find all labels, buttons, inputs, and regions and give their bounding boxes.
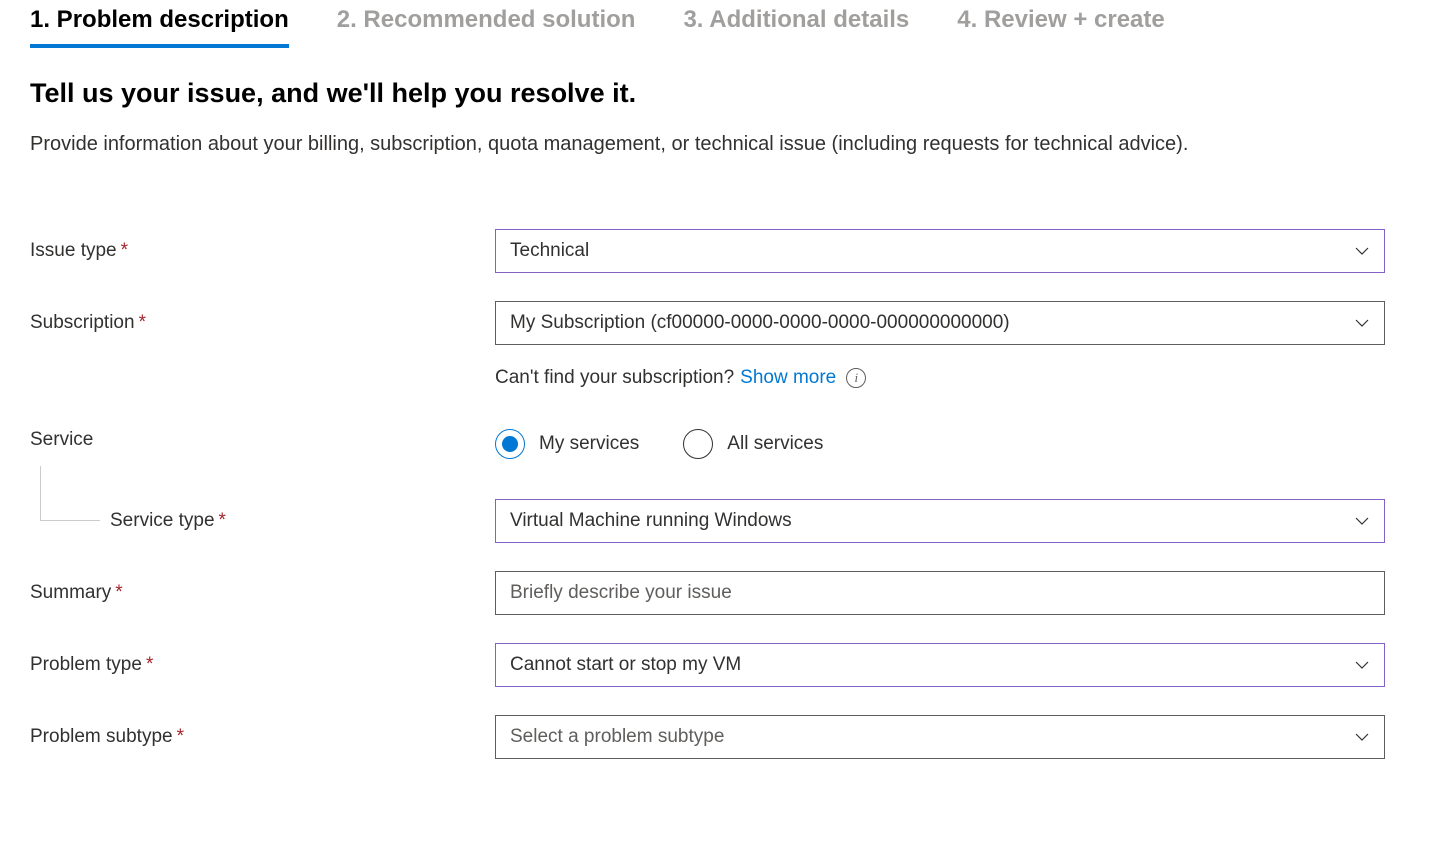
row-problem-subtype: Problem subtype* Select a problem subtyp… (30, 715, 1414, 759)
row-issue-type: Issue type* Technical (30, 229, 1414, 273)
required-indicator: * (146, 654, 153, 675)
label-issue-type: Issue type* (30, 240, 495, 262)
page-title: Tell us your issue, and we'll help you r… (30, 78, 1414, 109)
select-problem-type[interactable]: Cannot start or stop my VM (495, 643, 1385, 687)
row-service-type: Service type* Virtual Machine running Wi… (30, 499, 1414, 543)
select-subscription[interactable]: My Subscription (cf00000-0000-0000-0000-… (495, 301, 1385, 345)
label-problem-type: Problem type* (30, 654, 495, 676)
row-summary: Summary* (30, 571, 1414, 615)
chevron-down-icon (1354, 657, 1370, 673)
select-issue-type[interactable]: Technical (495, 229, 1385, 273)
required-indicator: * (121, 240, 128, 261)
tab-problem-description[interactable]: 1. Problem description (30, 6, 289, 48)
select-problem-type-value: Cannot start or stop my VM (510, 654, 741, 676)
radio-circle-selected (495, 429, 525, 459)
info-icon[interactable]: i (846, 368, 866, 388)
required-indicator: * (219, 510, 226, 531)
required-indicator: * (139, 312, 146, 333)
select-problem-subtype-placeholder: Select a problem subtype (510, 726, 724, 748)
radio-circle-unselected (683, 429, 713, 459)
select-subscription-value: My Subscription (cf00000-0000-0000-0000-… (510, 312, 1010, 334)
show-more-link[interactable]: Show more (740, 367, 836, 389)
row-subscription: Subscription* My Subscription (cf00000-0… (30, 301, 1414, 345)
radio-my-services-label: My services (539, 433, 639, 455)
required-indicator: * (177, 726, 184, 747)
label-problem-subtype: Problem subtype* (30, 726, 495, 748)
tab-recommended-solution[interactable]: 2. Recommended solution (337, 6, 636, 48)
select-service-type[interactable]: Virtual Machine running Windows (495, 499, 1385, 543)
label-service-type: Service type* (30, 510, 495, 532)
tab-review-create[interactable]: 4. Review + create (957, 6, 1164, 48)
required-indicator: * (115, 582, 122, 603)
label-summary: Summary* (30, 582, 495, 604)
chevron-down-icon (1354, 315, 1370, 331)
row-service: Service My services All services (30, 429, 1414, 459)
select-problem-subtype[interactable]: Select a problem subtype (495, 715, 1385, 759)
input-summary[interactable] (495, 571, 1385, 615)
chevron-down-icon (1354, 729, 1370, 745)
row-problem-type: Problem type* Cannot start or stop my VM (30, 643, 1414, 687)
subscription-helper-text: Can't find your subscription? Show more … (495, 367, 1385, 389)
label-service: Service (30, 429, 495, 451)
page-description: Provide information about your billing, … (30, 129, 1360, 159)
chevron-down-icon (1354, 243, 1370, 259)
tab-additional-details[interactable]: 3. Additional details (683, 6, 909, 48)
wizard-tabs: 1. Problem description 2. Recommended so… (30, 6, 1414, 48)
select-issue-type-value: Technical (510, 240, 589, 262)
radio-my-services[interactable]: My services (495, 429, 639, 459)
label-subscription: Subscription* (30, 312, 495, 334)
tree-connector (40, 466, 100, 521)
select-service-type-value: Virtual Machine running Windows (510, 510, 792, 532)
chevron-down-icon (1354, 513, 1370, 529)
row-subscription-helper: Can't find your subscription? Show more … (30, 367, 1414, 389)
service-radio-group: My services All services (495, 429, 1385, 459)
radio-all-services-label: All services (727, 433, 823, 455)
radio-all-services[interactable]: All services (683, 429, 823, 459)
